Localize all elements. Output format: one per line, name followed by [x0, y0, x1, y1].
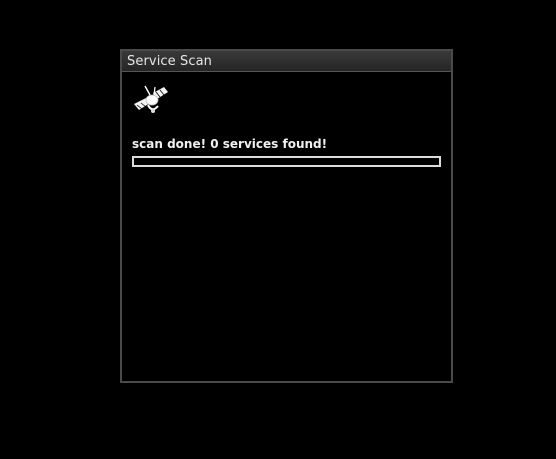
tv-screen: Service Scan scan done! 0 services found…: [0, 0, 556, 459]
dialog-titlebar: Service Scan: [122, 51, 451, 72]
dialog-title: Service Scan: [127, 53, 212, 69]
service-scan-dialog: Service Scan scan done! 0 services found…: [120, 49, 453, 383]
scan-progress-bar: [132, 156, 441, 167]
scan-status-text: scan done! 0 services found!: [132, 137, 328, 151]
satellite-icon: [131, 84, 171, 116]
